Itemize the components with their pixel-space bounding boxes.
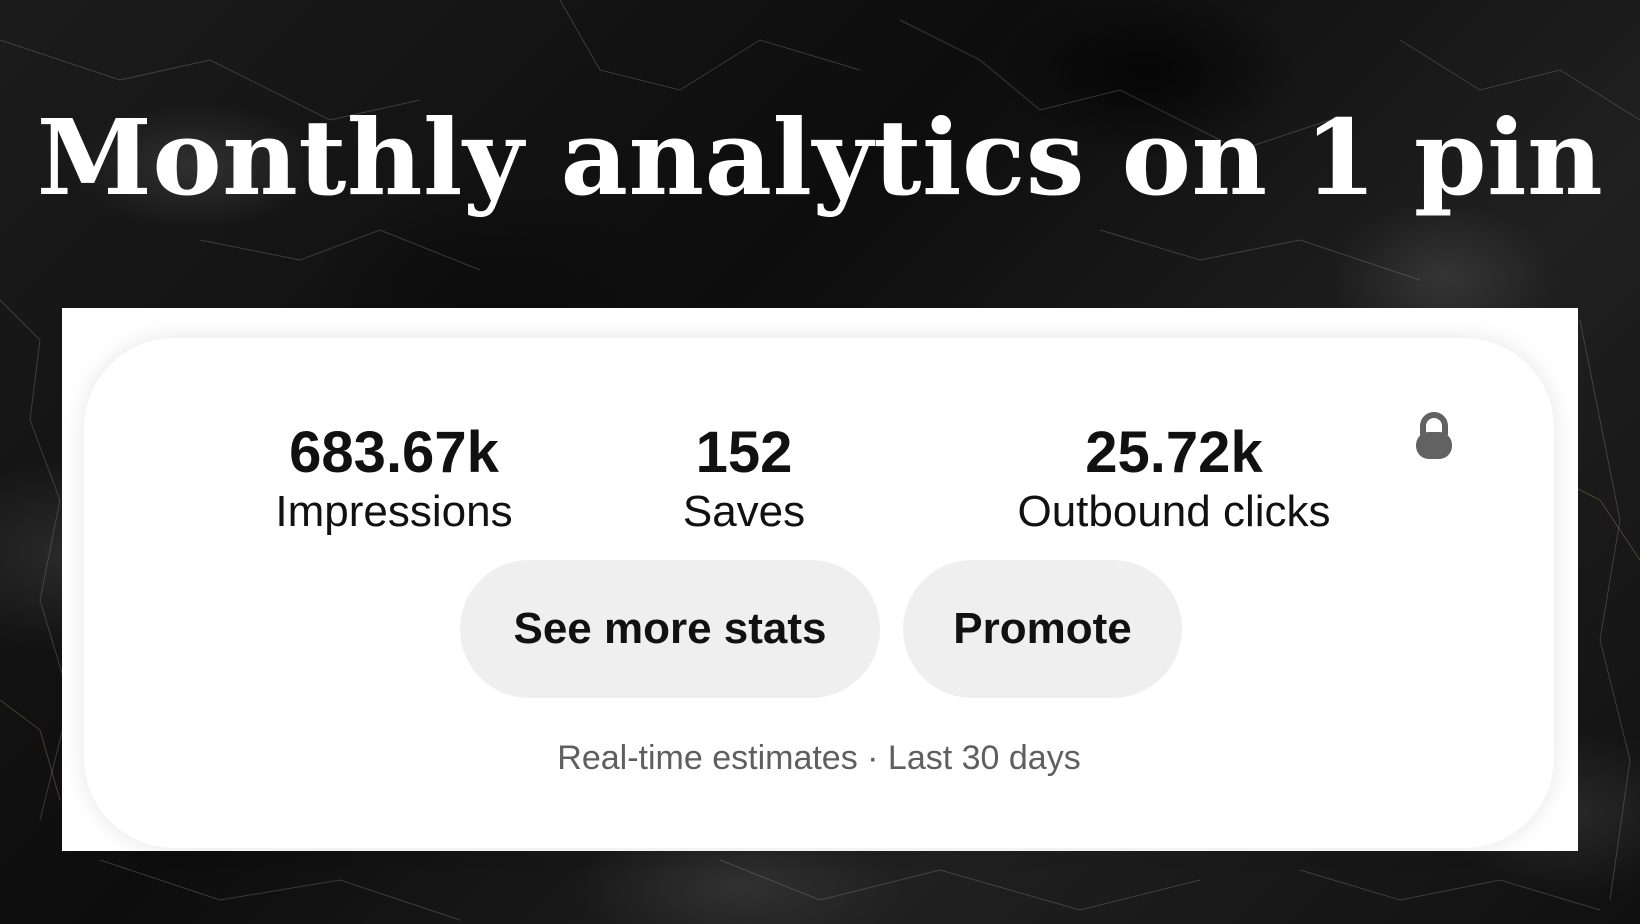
- stat-label: Outbound clicks: [1017, 487, 1331, 536]
- stat-value: 683.67k: [289, 420, 499, 485]
- stat-label: Impressions: [275, 487, 513, 536]
- page-title: Monthly analytics on 1 pin: [36, 96, 1604, 219]
- stat-impressions: 683.67k Impressions: [244, 420, 544, 538]
- stat-value: 25.72k: [1085, 420, 1263, 485]
- stat-value: 152: [695, 420, 793, 485]
- stats-card: 683.67k Impressions 152 Saves 25.72k Out…: [84, 338, 1554, 848]
- estimate-note: Real-time estimates · Last 30 days: [557, 739, 1081, 777]
- lock-icon: [1416, 412, 1452, 459]
- promote-button[interactable]: Promote: [903, 560, 1182, 698]
- stat-saves: 152 Saves: [644, 420, 844, 538]
- stat-outbound-clicks: 25.72k Outbound clicks: [964, 420, 1384, 538]
- analytics-panel: 683.67k Impressions 152 Saves 25.72k Out…: [62, 308, 1578, 851]
- see-more-stats-button[interactable]: See more stats: [460, 560, 880, 698]
- stat-label: Saves: [682, 487, 806, 536]
